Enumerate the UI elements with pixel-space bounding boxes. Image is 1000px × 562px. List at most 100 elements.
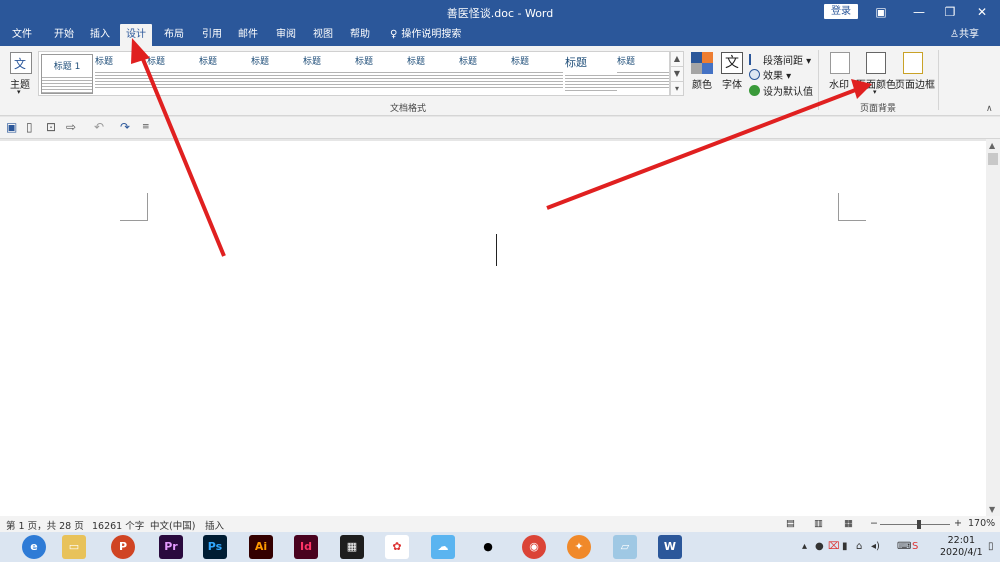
tab-home[interactable]: 开始 (48, 24, 80, 46)
scroll-up-icon[interactable]: ▲ (989, 141, 995, 150)
undo-icon[interactable]: ↶ (94, 120, 104, 134)
colors-button[interactable]: 颜色 (692, 76, 712, 91)
volume-icon[interactable]: ◂) (871, 541, 880, 552)
tab-help[interactable]: 帮助 (344, 24, 376, 46)
word-count[interactable]: 16261 个字 (92, 518, 144, 532)
tab-file[interactable]: 文件 (6, 24, 38, 46)
tab-references[interactable]: 引用 (196, 24, 228, 46)
zoom-in-icon[interactable]: + (954, 518, 962, 529)
gallery-down-icon[interactable]: ▼ (671, 67, 683, 82)
login-button[interactable]: 登录 (824, 4, 858, 19)
customize-qat-icon[interactable]: ≡ (142, 122, 150, 132)
tell-me-search[interactable]: ♀ 操作说明搜索 (384, 24, 467, 46)
style-set-thumb[interactable]: 标题 (511, 54, 563, 94)
style-set-thumb[interactable]: 标题 1 (41, 54, 93, 94)
qq-icon[interactable]: ● (476, 535, 500, 559)
insert-mode-indicator[interactable]: 插入 (205, 518, 224, 532)
close-icon[interactable]: ✕ (967, 2, 997, 22)
browser-icon[interactable]: e (22, 535, 46, 559)
premiere-icon[interactable]: Pr (159, 535, 183, 559)
gallery-more-icon[interactable]: ▾ (671, 82, 683, 97)
language-indicator[interactable]: 中文(中国) (150, 518, 195, 532)
minimize-icon[interactable]: — (904, 2, 934, 22)
style-set-thumb[interactable]: 标题 (303, 54, 355, 94)
new-document-icon[interactable]: ▯ (26, 120, 33, 134)
illustrator-icon[interactable]: Ai (249, 535, 273, 559)
collapse-ribbon-icon[interactable]: ∧ (986, 104, 993, 114)
zoom-level[interactable]: 170% (968, 518, 995, 529)
page-color-dropdown-icon[interactable]: ▾ (873, 88, 877, 96)
sogou-ime-icon[interactable]: S (912, 541, 918, 552)
share-button[interactable]: ♙共享 (944, 24, 985, 46)
page-borders-icon[interactable] (903, 52, 923, 74)
tab-view[interactable]: 视图 (307, 24, 339, 46)
restore-icon[interactable]: ❐ (935, 2, 965, 22)
photoshop-icon[interactable]: Ps (203, 535, 227, 559)
fonts-icon[interactable]: 文 (721, 52, 743, 74)
style-set-thumb[interactable]: 标题 (459, 54, 511, 94)
scroll-thumb[interactable] (988, 153, 998, 165)
system-clock[interactable]: 22:01 2020/4/1 (940, 535, 983, 559)
print-layout-icon[interactable]: ▥ (814, 518, 823, 529)
themes-dropdown-icon[interactable]: ▾ (17, 88, 21, 96)
powerpoint-icon[interactable]: P (111, 535, 135, 559)
ribbon-display-icon[interactable]: ▣ (866, 2, 896, 22)
style-set-thumb[interactable]: 标题 (407, 54, 459, 94)
chrome-icon[interactable]: ◉ (522, 535, 546, 559)
tab-design[interactable]: 设计 (120, 24, 152, 46)
quick-access-toolbar: ▣ ▯ ⊡ ⇨ ↶ ↷ ≡ (0, 117, 1000, 139)
save-icon[interactable]: ▣ (6, 120, 17, 134)
notifications-icon[interactable]: ▯ (988, 541, 994, 552)
vertical-scrollbar[interactable]: ▲ ▼ (986, 139, 1000, 516)
network-warning-icon[interactable]: ⌧ (828, 541, 840, 552)
tab-layout[interactable]: 布局 (158, 24, 190, 46)
effects-button[interactable]: 效果 ▾ (749, 67, 791, 82)
file-explorer-icon[interactable]: ▭ (62, 535, 86, 559)
media-app-icon[interactable]: ✿ (385, 535, 409, 559)
colors-icon[interactable] (691, 52, 713, 74)
style-set-thumb[interactable]: 标题 (565, 54, 617, 94)
word-icon[interactable]: W (658, 535, 682, 559)
indesign-icon[interactable]: Id (294, 535, 318, 559)
touch-mode-icon[interactable]: ⇨ (66, 120, 76, 134)
tab-insert[interactable]: 插入 (84, 24, 116, 46)
page-color-icon[interactable] (866, 52, 886, 74)
tab-review[interactable]: 审阅 (270, 24, 302, 46)
gallery-up-icon[interactable]: ▲ (671, 52, 683, 67)
fonts-button[interactable]: 字体 (722, 76, 742, 91)
page-borders-button[interactable]: 页面边框 (895, 76, 935, 91)
paragraph-spacing-button[interactable]: 段落间距 ▾ (749, 52, 811, 67)
read-mode-icon[interactable]: ▤ (786, 518, 795, 529)
style-set-gallery: 标题 1 标题 标题 标题 标题 标题 标题 标题 标题 标题 标题 标题 (38, 51, 670, 96)
print-preview-icon[interactable]: ⊡ (46, 120, 56, 134)
zoom-slider-thumb[interactable] (917, 520, 921, 529)
redo-icon[interactable]: ↷ (120, 120, 130, 134)
battery-icon[interactable]: ▮ (842, 541, 848, 552)
cloud-app-icon[interactable]: ☁ (431, 535, 455, 559)
video-editor-icon[interactable]: ▦ (340, 535, 364, 559)
theme-icon[interactable] (10, 52, 32, 74)
style-set-thumb[interactable]: 标题 (95, 54, 147, 94)
fox-app-icon[interactable]: ✦ (567, 535, 591, 559)
scroll-down-icon[interactable]: ▼ (989, 505, 995, 514)
web-layout-icon[interactable]: ▦ (844, 518, 853, 529)
style-set-thumb[interactable]: 标题 (617, 54, 669, 94)
style-set-thumb[interactable]: 标题 (147, 54, 199, 94)
style-set-thumb[interactable]: 标题 (199, 54, 251, 94)
watermark-button[interactable]: 水印 (829, 76, 849, 91)
zoom-out-icon[interactable]: − (870, 518, 878, 529)
watermark-icon[interactable] (830, 52, 850, 74)
page-count[interactable]: 第 1 页，共 28 页 (6, 518, 84, 532)
style-set-thumb[interactable]: 标题 (251, 54, 303, 94)
keyboard-icon[interactable]: ⌨ (897, 541, 911, 552)
style-set-thumb[interactable]: 标题 (355, 54, 407, 94)
style-set-heading: 标题 1 (53, 62, 81, 72)
set-as-default-button[interactable]: 设为默认值 (749, 83, 813, 98)
qq-tray-icon[interactable]: ● (815, 541, 824, 552)
notepad-icon[interactable]: ▱ (613, 535, 637, 559)
wifi-icon[interactable]: ⌂ (856, 541, 862, 552)
tray-expand-icon[interactable]: ▴ (802, 541, 807, 552)
tab-mailings[interactable]: 邮件 (232, 24, 264, 46)
zoom-slider-track[interactable] (880, 524, 950, 525)
document-page[interactable] (0, 141, 986, 516)
